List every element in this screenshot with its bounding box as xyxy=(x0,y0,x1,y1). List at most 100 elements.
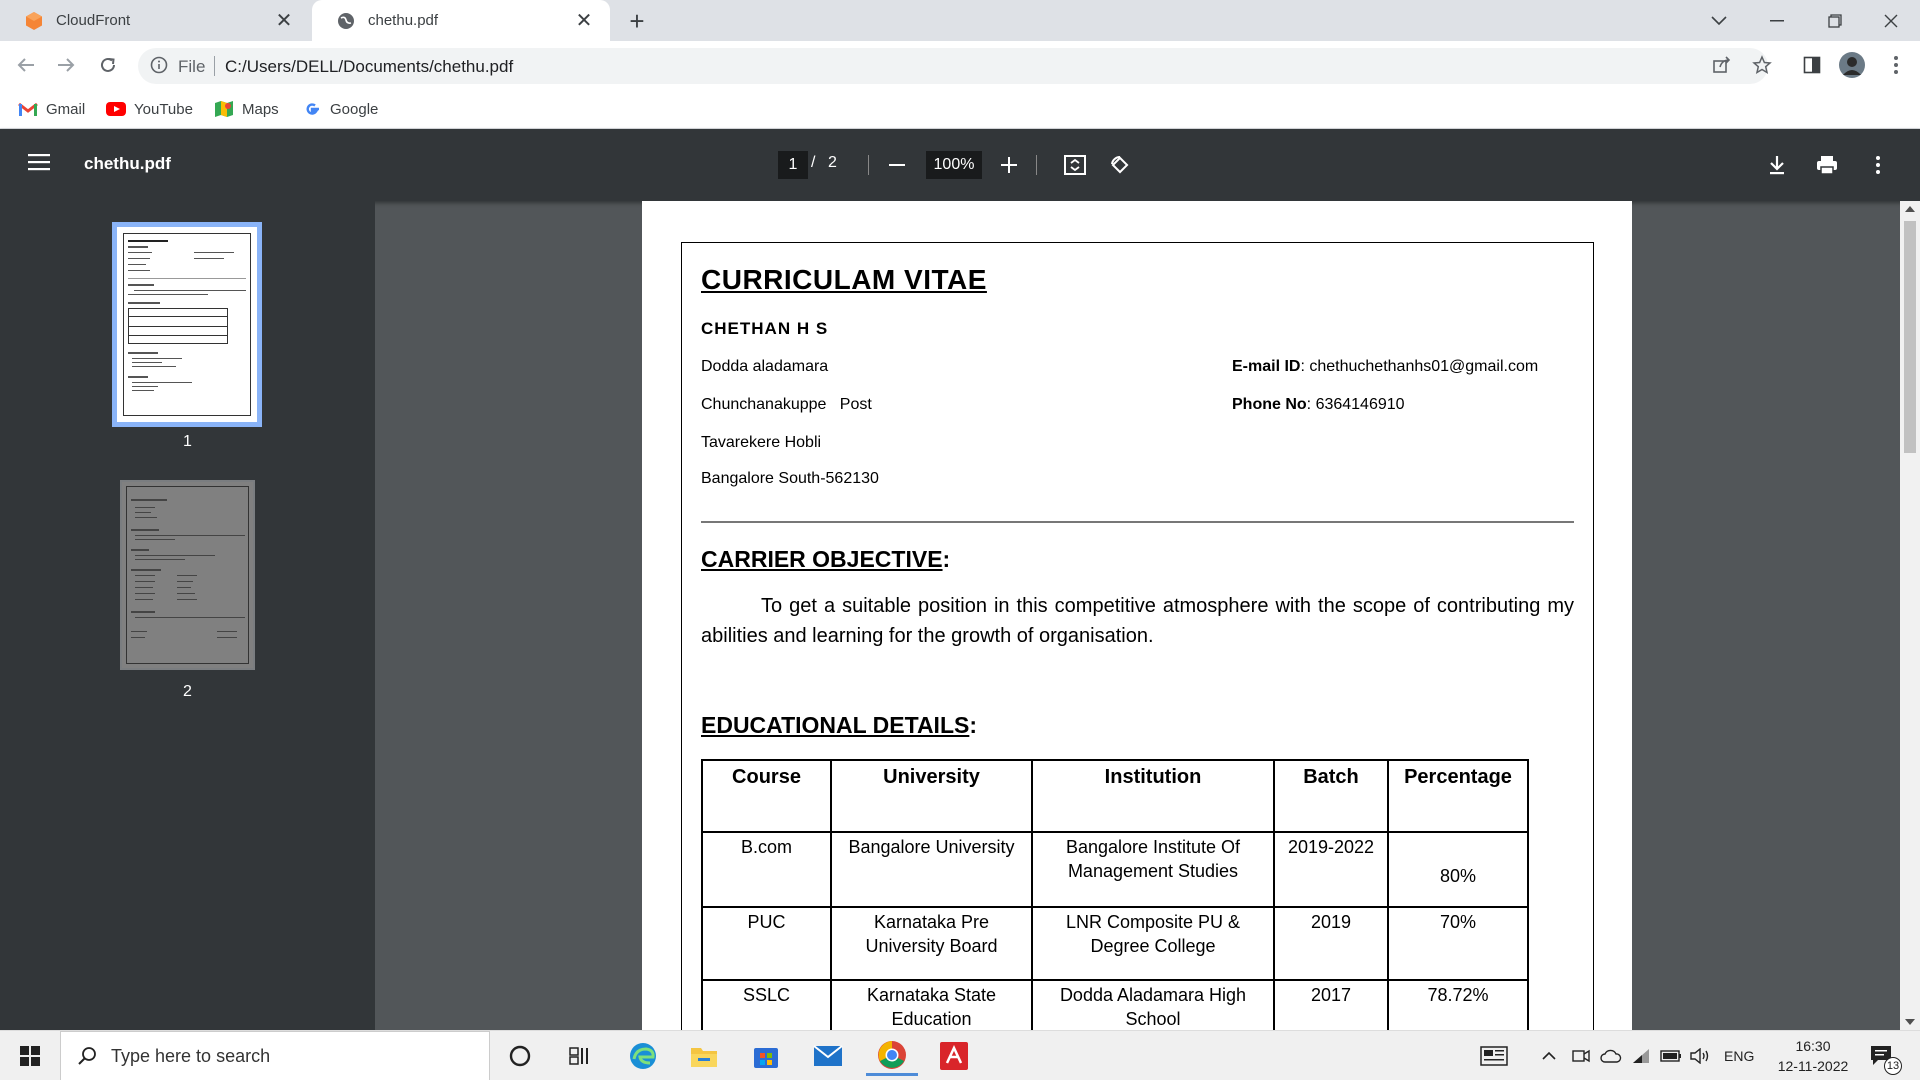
rotate-icon[interactable] xyxy=(1106,151,1134,179)
info-icon[interactable] xyxy=(150,56,168,79)
print-icon[interactable] xyxy=(1813,151,1841,179)
table-cell: Dodda Aladamara High School xyxy=(1031,979,1275,1030)
scrollbar-thumb[interactable] xyxy=(1904,221,1916,453)
chevron-up-icon[interactable] xyxy=(1542,1031,1556,1080)
scroll-down-icon[interactable] xyxy=(1905,1019,1915,1025)
bookmark-gmail[interactable]: Gmail xyxy=(18,97,85,121)
notification-badge: 13 xyxy=(1884,1057,1902,1075)
file-explorer-icon[interactable] xyxy=(678,1036,730,1076)
page-thumbnail-2[interactable] xyxy=(120,480,255,670)
taskbar-search-box[interactable]: Type here to search xyxy=(60,1031,490,1080)
table-cell: 80% xyxy=(1387,831,1529,908)
mail-icon[interactable] xyxy=(802,1036,854,1076)
minimize-icon[interactable] xyxy=(1748,0,1806,41)
tab-title: CloudFront xyxy=(56,12,131,29)
scroll-up-icon[interactable] xyxy=(1905,206,1915,212)
page-thumbnail-1[interactable] xyxy=(112,222,262,427)
clock[interactable]: 16:30 12-11-2022 xyxy=(1768,1031,1858,1080)
table-cell: Bangalore Institute Of Management Studie… xyxy=(1031,831,1275,908)
forward-arrow-icon[interactable] xyxy=(50,49,82,81)
column-header: Course xyxy=(701,759,832,833)
edge-icon[interactable] xyxy=(617,1036,669,1076)
phone-value: : 6364146910 xyxy=(1306,396,1405,413)
onedrive-icon[interactable] xyxy=(1600,1031,1622,1080)
table-cell: Karnataka Pre University Board xyxy=(830,906,1033,981)
table-cell: 2017 xyxy=(1273,979,1389,1030)
windows-start-icon[interactable] xyxy=(4,1036,56,1076)
news-widget-icon[interactable] xyxy=(1480,1031,1508,1080)
bookmark-label: Google xyxy=(330,100,379,118)
bookmark-google[interactable]: Google xyxy=(302,97,378,121)
notification-center-icon[interactable]: 13 xyxy=(1870,1031,1902,1080)
restore-icon[interactable] xyxy=(1806,0,1864,41)
table-cell: LNR Composite PU & Degree College xyxy=(1031,906,1275,981)
close-tab-icon[interactable]: ✕ xyxy=(272,9,296,33)
battery-icon[interactable] xyxy=(1660,1031,1682,1080)
close-window-icon[interactable] xyxy=(1862,0,1920,41)
bookmark-label: YouTube xyxy=(134,100,193,118)
tab-cloudfront[interactable]: CloudFront ✕ xyxy=(0,0,310,41)
bookmark-youtube[interactable]: YouTube xyxy=(106,97,193,121)
email-value: : chethuchethanhs01@gmail.com xyxy=(1300,358,1539,375)
zoom-out-icon[interactable] xyxy=(883,151,911,179)
volume-icon[interactable] xyxy=(1690,1031,1712,1080)
more-options-icon[interactable] xyxy=(1864,151,1892,179)
tab-search-icon[interactable] xyxy=(1690,0,1748,41)
windows-taskbar: Type here to search ENG 16:30 12-11-2022… xyxy=(0,1030,1920,1080)
address-line: Dodda aladamara xyxy=(701,358,829,375)
tab-strip: CloudFront ✕ chethu.pdf ✕ + xyxy=(0,0,1920,41)
page-number-input[interactable]: 1 xyxy=(778,151,808,179)
column-header: Batch xyxy=(1273,759,1389,833)
chrome-icon[interactable] xyxy=(866,1036,918,1076)
table-header-row: Course University Institution Batch Perc… xyxy=(701,759,1529,833)
menu-icon[interactable] xyxy=(28,153,50,176)
address-bar[interactable]: File C:/Users/DELL/Documents/chethu.pdf xyxy=(138,48,1768,84)
bookmark-star-icon[interactable] xyxy=(1746,49,1778,81)
bookmark-label: Maps xyxy=(242,100,279,118)
objective-text: To get a suitable position in this compe… xyxy=(701,595,1574,647)
globe-icon xyxy=(336,11,356,31)
language-indicator[interactable]: ENG xyxy=(1724,1031,1754,1080)
new-tab-button[interactable]: + xyxy=(622,6,652,36)
address-line: Tavarekere Hobli xyxy=(701,434,822,451)
divider xyxy=(868,155,869,175)
fit-to-page-icon[interactable] xyxy=(1061,151,1089,179)
browser-toolbar: File C:/Users/DELL/Documents/chethu.pdf xyxy=(0,41,1920,89)
url-text[interactable]: C:/Users/DELL/Documents/chethu.pdf xyxy=(225,57,513,77)
table-cell: B.com xyxy=(701,831,832,908)
thumbnail-sidebar: 1 2 xyxy=(0,201,375,1030)
share-icon[interactable] xyxy=(1706,49,1738,81)
cortana-icon[interactable] xyxy=(494,1036,546,1076)
bookmark-maps[interactable]: Maps xyxy=(214,97,279,121)
divider xyxy=(701,521,1574,523)
table-cell: 2019 xyxy=(1273,906,1389,981)
search-placeholder: Type here to search xyxy=(111,1045,271,1066)
thumbnail-label: 2 xyxy=(183,683,192,700)
side-panel-icon[interactable] xyxy=(1796,49,1828,81)
heading-colon: : xyxy=(942,546,951,572)
close-tab-icon[interactable]: ✕ xyxy=(572,9,596,33)
meet-now-icon[interactable] xyxy=(1572,1031,1590,1080)
more-menu-icon[interactable] xyxy=(1880,49,1912,81)
divider xyxy=(214,56,215,76)
wifi-icon[interactable] xyxy=(1632,1031,1650,1080)
table-cell: 78.72% xyxy=(1387,979,1529,1030)
clock-date: 12-11-2022 xyxy=(1777,1058,1849,1074)
vertical-scrollbar[interactable] xyxy=(1900,201,1920,1030)
download-icon[interactable] xyxy=(1763,151,1791,179)
tab-chethu-pdf[interactable]: chethu.pdf ✕ xyxy=(312,0,610,41)
zoom-in-icon[interactable] xyxy=(995,151,1023,179)
avatar[interactable] xyxy=(1836,49,1868,81)
table-cell: PUC xyxy=(701,906,832,981)
store-icon[interactable] xyxy=(740,1036,792,1076)
table-cell: 70% xyxy=(1387,906,1529,981)
column-header: Percentage xyxy=(1387,759,1529,833)
zoom-level-input[interactable]: 100% xyxy=(926,151,982,179)
task-view-icon[interactable] xyxy=(554,1036,606,1076)
address-line: Chunchanakuppe Post xyxy=(701,396,872,413)
pdf-toolbar: chethu.pdf 1 / 2 100% xyxy=(0,129,1920,201)
pdf-reader-icon[interactable] xyxy=(928,1036,980,1076)
reload-icon[interactable] xyxy=(92,49,124,81)
back-arrow-icon[interactable] xyxy=(10,49,42,81)
table-cell: 2019-2022 xyxy=(1273,831,1389,908)
